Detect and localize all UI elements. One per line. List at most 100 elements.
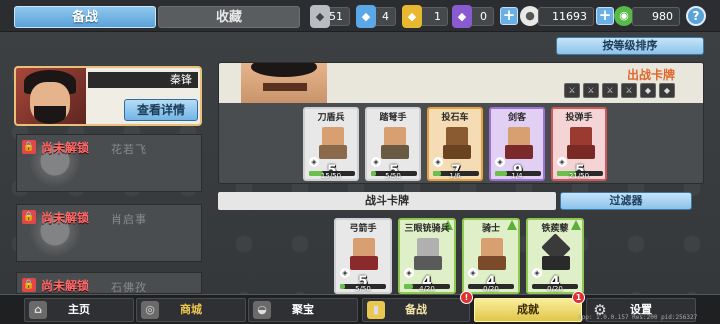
deck-panel: 出战卡牌 ⚔ ⚔ ⚔ ⚔ ◆ ◆ 刀盾兵 ◈ 5 15/50 踏弩手 ◈ 5 5…: [218, 62, 704, 184]
selected-hero-card[interactable]: 秦锋 查看详情: [14, 66, 202, 126]
locked-hero-card[interactable]: 🔒 尚未解锁 肖启事: [16, 204, 202, 262]
card-name: 三眼铳骑兵: [404, 224, 450, 234]
hero-portrait-small: [241, 63, 327, 103]
card-name: 刀盾兵: [317, 113, 345, 123]
treasure-bowl-icon: ◒: [253, 301, 271, 319]
nav-shop[interactable]: ◎ 商城: [136, 298, 246, 322]
skill-icons: ⚔ ⚔ ⚔ ⚔ ◆ ◆: [564, 83, 675, 98]
unit-figure: [443, 127, 471, 159]
unit-figure: [319, 127, 347, 159]
unit-card[interactable]: 刀盾兵 ◈ 5 15/50: [303, 107, 359, 181]
locked-label: 尚未解锁: [41, 141, 90, 155]
version-text: App: 1.0.0.157 Res:200 pid:256327: [578, 314, 698, 321]
battle-cards: 弓箭手 ◈ 5 5/50 三眼铳骑兵 ◈ 4 4/20 骑士 ◈ 4 0/20 …: [334, 218, 584, 294]
unit-card[interactable]: 三眼铳骑兵 ◈ 4 4/20: [398, 218, 456, 294]
tab-collection[interactable]: 收藏: [158, 6, 300, 28]
unit-card[interactable]: 铁蒺藜 ◈ 4 0/20: [526, 218, 584, 294]
locked-hero-name: 石佛孜: [111, 281, 147, 294]
battle-cards-header: 战斗卡牌: [218, 192, 556, 210]
skill-icon[interactable]: ◆: [640, 83, 656, 98]
gem-counter: 980: [632, 7, 680, 26]
tab-prepare[interactable]: 备战: [14, 6, 156, 28]
skill-icon[interactable]: ⚔: [564, 83, 580, 98]
gold-badge-icon: ◆: [402, 5, 422, 28]
unit-card[interactable]: 投弹手 ◈ 5 21/50: [551, 107, 607, 181]
unit-figure: [381, 127, 409, 159]
help-button[interactable]: ?: [686, 6, 706, 26]
unit-card[interactable]: 剑客 ◈ 9 1/4: [489, 107, 545, 181]
purple-badge-icon: ◆: [452, 5, 472, 28]
locked-label: 尚未解锁: [41, 211, 90, 225]
blue-badge-counter: ◆ 4: [356, 5, 396, 28]
card-name: 剑客: [507, 113, 526, 123]
card-progress-text: 5/50: [355, 285, 371, 293]
deck-title: 出战卡牌: [626, 68, 675, 82]
add-gems-button[interactable]: +: [596, 7, 614, 25]
unit-card[interactable]: 骑士 ◈ 4 0/20: [462, 218, 520, 294]
locked-label: 尚未解锁: [41, 279, 90, 293]
nav-home[interactable]: ⌂ 主页: [24, 298, 134, 322]
card-progress-text: 1/6: [449, 172, 461, 180]
card-progress-text: 0/20: [483, 285, 499, 293]
unit-figure: [505, 127, 533, 159]
blue-badge-icon: ◆: [356, 5, 376, 28]
caltrop-icon: ◈: [532, 268, 542, 278]
castle-icon: ⌂: [29, 301, 47, 319]
card-name: 弓箭手: [349, 224, 377, 234]
bomb-icon: ◈: [557, 157, 567, 167]
catapult-icon: ◈: [433, 157, 443, 167]
locked-hero-card[interactable]: 🔒 尚未解锁 石佛孜: [16, 272, 202, 294]
lock-icon: 🔒: [22, 210, 36, 224]
card-progress-text: 5/50: [385, 172, 401, 180]
locked-hero-name: 肖启事: [111, 213, 147, 226]
card-name: 投弹手: [565, 113, 593, 123]
card-name: 铁蒺藜: [541, 224, 569, 234]
unit-figure: [541, 233, 571, 270]
silver-badge-icon: ◆: [310, 5, 330, 28]
add-gold-button[interactable]: +: [500, 7, 518, 25]
nav-prepare[interactable]: ▮ 备战 !: [362, 291, 473, 322]
locked-hero-card[interactable]: 🔒 尚未解锁 花若飞: [16, 134, 202, 192]
unit-card[interactable]: 投石车 ◈ 7 1/6: [427, 107, 483, 181]
sort-by-level-button[interactable]: 按等级排序: [556, 37, 704, 55]
horse-icon: ◈: [468, 268, 478, 278]
locked-hero-name: 花若飞: [111, 143, 147, 156]
lock-icon: 🔒: [22, 278, 36, 292]
nav-treasure[interactable]: ◒ 聚宝: [248, 298, 358, 322]
unit-card[interactable]: 踏弩手 ◈ 5 5/50: [365, 107, 421, 181]
skill-icon[interactable]: ⚔: [621, 83, 637, 98]
notification-badge: !: [460, 291, 473, 304]
bow-icon: ◈: [340, 268, 350, 278]
crossbow-icon: ◈: [371, 157, 381, 167]
unit-figure: [478, 238, 506, 270]
unit-figure: [414, 238, 442, 270]
unit-figure: [567, 127, 595, 159]
filter-button[interactable]: 过滤器: [560, 192, 692, 210]
hero-portrait: [16, 68, 86, 124]
deck-cards: 刀盾兵 ◈ 5 15/50 踏弩手 ◈ 5 5/50 投石车 ◈ 7 1/6 剑…: [303, 107, 607, 181]
gold-counter: 11693: [538, 7, 594, 26]
skill-icon[interactable]: ⚔: [602, 83, 618, 98]
lock-icon: 🔒: [22, 140, 36, 154]
card-progress-text: 1/4: [511, 172, 523, 180]
unit-figure: [350, 238, 378, 270]
purple-badge-counter: ◆ 0: [452, 5, 494, 28]
cards-icon: ▮: [367, 301, 385, 319]
card-progress-text: 21/50: [568, 172, 590, 180]
skill-icon[interactable]: ⚔: [583, 83, 599, 98]
top-bar: 备战 收藏 ◆ 51 ◆ 4 ◆ 1 ◆ 0 + ● 11693 + ◉ 980…: [0, 0, 720, 32]
card-progress-text: 15/50: [320, 172, 342, 180]
shield-icon: ◈: [309, 157, 319, 167]
sword-icon: ◈: [495, 157, 505, 167]
hero-name: 秦锋: [88, 72, 198, 88]
gem-icon: ◉: [614, 6, 634, 26]
card-name: 骑士: [481, 224, 500, 234]
nav-achievement[interactable]: 成就 1: [474, 291, 585, 322]
card-name: 投石车: [441, 113, 469, 123]
view-details-button[interactable]: 查看详情: [124, 99, 198, 121]
gold-badge-counter: ◆ 1: [402, 5, 448, 28]
unit-card[interactable]: 弓箭手 ◈ 5 5/50: [334, 218, 392, 294]
skill-icon[interactable]: ◆: [659, 83, 675, 98]
card-progress-text: 4/20: [419, 285, 435, 293]
gun-icon: ◈: [404, 268, 414, 278]
